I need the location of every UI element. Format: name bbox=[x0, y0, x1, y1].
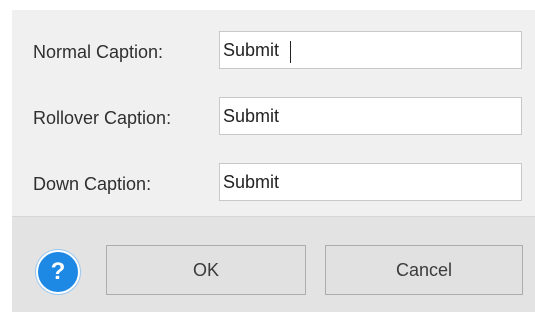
normal-caption-label: Normal Caption: bbox=[33, 42, 164, 62]
rollover-caption-label: Rollover Caption: bbox=[33, 108, 172, 128]
cancel-button[interactable]: Cancel bbox=[325, 245, 523, 295]
dialog-footer: ? OK Cancel bbox=[12, 216, 535, 312]
normal-caption-row: Normal Caption: bbox=[12, 31, 535, 71]
down-caption-row: Down Caption: bbox=[12, 163, 535, 203]
rollover-caption-input[interactable] bbox=[219, 97, 522, 135]
normal-caption-input[interactable] bbox=[219, 31, 522, 69]
text-caret bbox=[290, 41, 291, 63]
down-caption-label: Down Caption: bbox=[33, 174, 152, 194]
down-caption-input[interactable] bbox=[219, 163, 522, 201]
rollover-caption-row: Rollover Caption: bbox=[12, 97, 535, 137]
caption-dialog: Normal Caption: Rollover Caption: Down C… bbox=[12, 10, 535, 312]
caption-form: Normal Caption: Rollover Caption: Down C… bbox=[12, 10, 535, 216]
ok-button[interactable]: OK bbox=[106, 245, 306, 295]
question-mark-icon[interactable]: ? bbox=[36, 250, 80, 294]
